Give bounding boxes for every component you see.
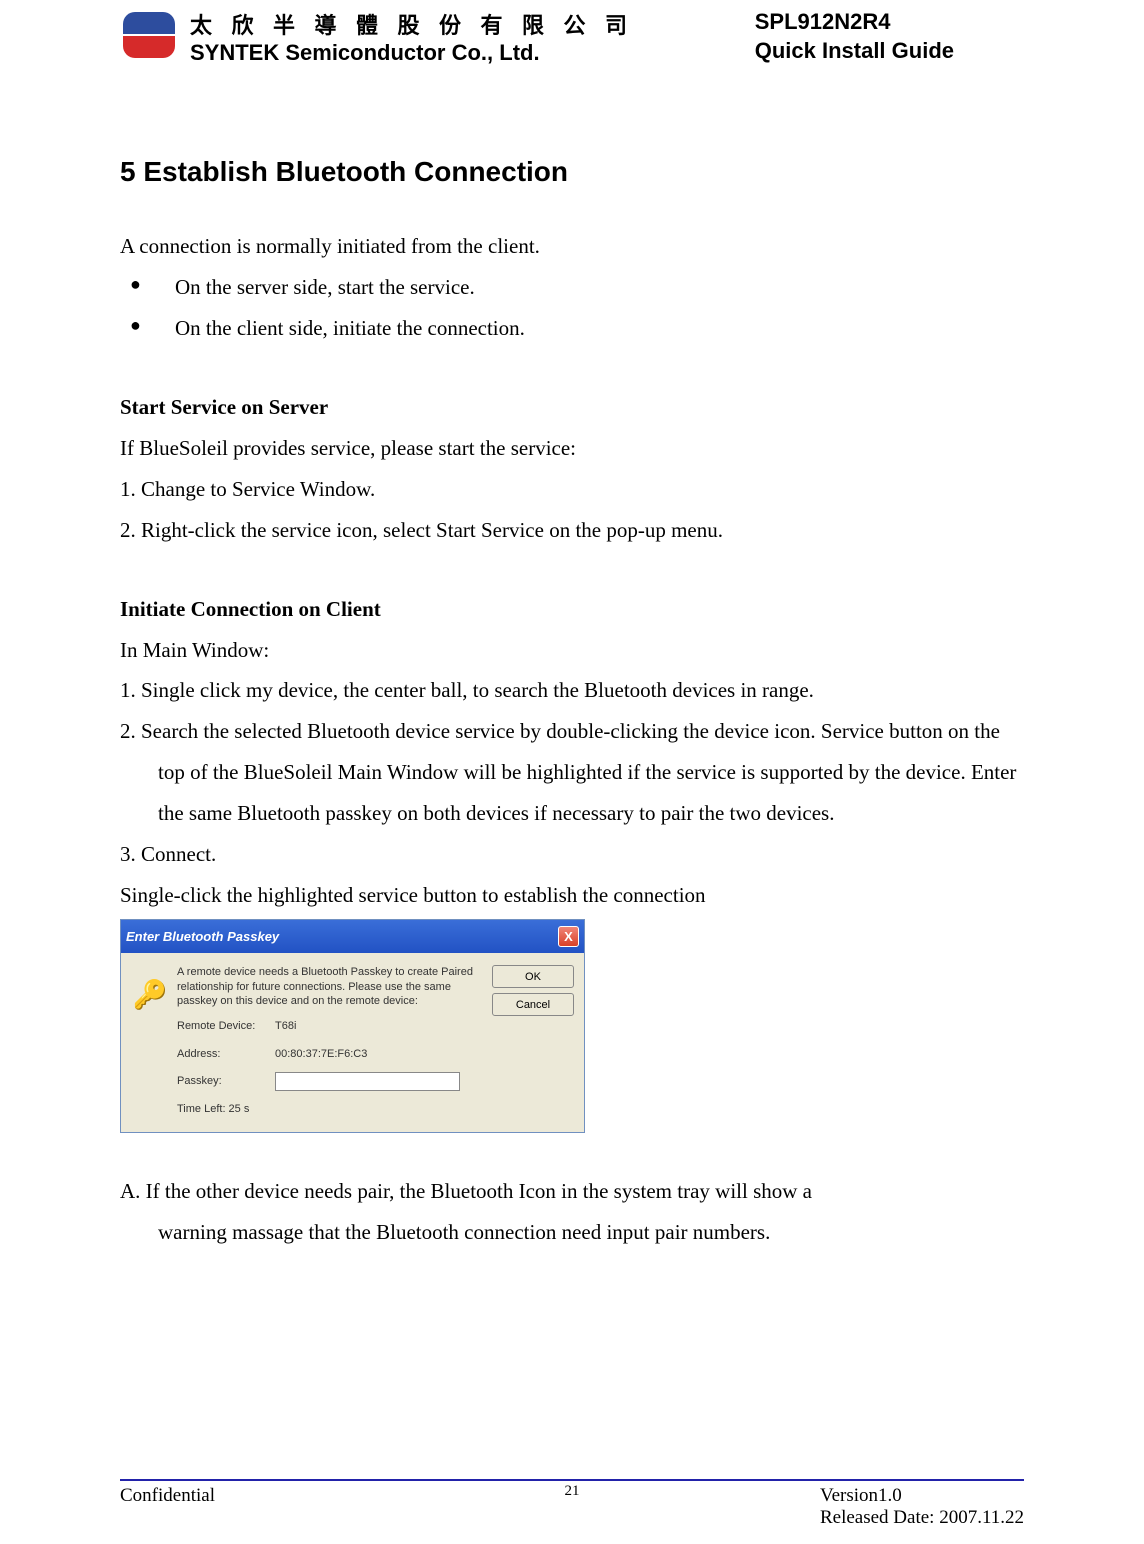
close-icon: X (564, 924, 573, 949)
page-header: 太 欣 半 導 體 股 份 有 限 公 司 SYNTEK Semiconduct… (120, 10, 1024, 66)
company-name-en: SYNTEK Semiconductor Co., Ltd. (190, 40, 634, 66)
section-title: 5 Establish Bluetooth Connection (120, 156, 1024, 188)
dialog-titlebar: Enter Bluetooth Passkey X (121, 920, 584, 953)
dialog-title: Enter Bluetooth Passkey (126, 924, 279, 949)
product-code: SPL912N2R4 (755, 8, 954, 37)
server-steps: 1. Change to Service Window. 2. Right-cl… (120, 469, 1024, 551)
client-intro: In Main Window: (120, 630, 1024, 671)
passkey-dialog: Enter Bluetooth Passkey X 🔑 A remote dev… (120, 919, 585, 1133)
cancel-button[interactable]: Cancel (492, 993, 574, 1016)
server-intro: If BlueSoleil provides service, please s… (120, 428, 1024, 469)
subsection-title-client: Initiate Connection on Client (120, 589, 1024, 630)
list-item: 1. Change to Service Window. (120, 469, 1024, 510)
list-item: On the client side, initiate the connect… (150, 308, 1024, 349)
remote-device-value: T68i (275, 1016, 296, 1037)
post-steps-text: Single-click the highlighted service but… (120, 875, 1024, 916)
footer-confidential: Confidential (120, 1485, 215, 1529)
remote-device-label: Remote Device: (177, 1016, 275, 1037)
dialog-message: A remote device needs a Bluetooth Passke… (177, 965, 484, 1008)
subsection-title-server: Start Service on Server (120, 387, 1024, 428)
list-item: 2. Search the selected Bluetooth device … (120, 711, 1024, 834)
company-block: 太 欣 半 導 體 股 份 有 限 公 司 SYNTEK Semiconduct… (120, 10, 634, 66)
company-name-cn: 太 欣 半 導 體 股 份 有 限 公 司 (190, 8, 634, 40)
company-logo (120, 10, 178, 60)
list-item: 1. Single click my device, the center ba… (120, 670, 1024, 711)
note-a-line1: A. If the other device needs pair, the B… (120, 1171, 1024, 1212)
list-item: 3. Connect. (120, 834, 1024, 875)
footer-version: Version1.0 (820, 1485, 1024, 1507)
intro-text: A connection is normally initiated from … (120, 226, 1024, 267)
time-left-label: Time Left: 25 s (177, 1099, 275, 1120)
footer-release-date: Released Date: 2007.11.22 (820, 1507, 1024, 1529)
address-label: Address: (177, 1044, 275, 1065)
passkey-label: Passkey: (177, 1071, 275, 1092)
address-value: 00:80:37:7E:F6:C3 (275, 1044, 367, 1065)
ok-button[interactable]: OK (492, 965, 574, 988)
doc-type: Quick Install Guide (755, 37, 954, 66)
doc-identifier: SPL912N2R4 Quick Install Guide (755, 8, 954, 65)
list-item: 2. Right-click the service icon, select … (120, 510, 1024, 551)
client-steps: 1. Single click my device, the center ba… (120, 670, 1024, 875)
close-button[interactable]: X (558, 926, 579, 947)
key-icon: 🔑 (131, 965, 169, 1120)
passkey-input[interactable] (275, 1072, 460, 1091)
page-footer: Confidential 21 Version1.0 Released Date… (120, 1479, 1024, 1529)
page-number: 21 (565, 1483, 580, 1500)
list-item: On the server side, start the service. (150, 267, 1024, 308)
note-a-line2: warning massage that the Bluetooth conne… (120, 1212, 1024, 1253)
bullet-list: On the server side, start the service. O… (120, 267, 1024, 349)
